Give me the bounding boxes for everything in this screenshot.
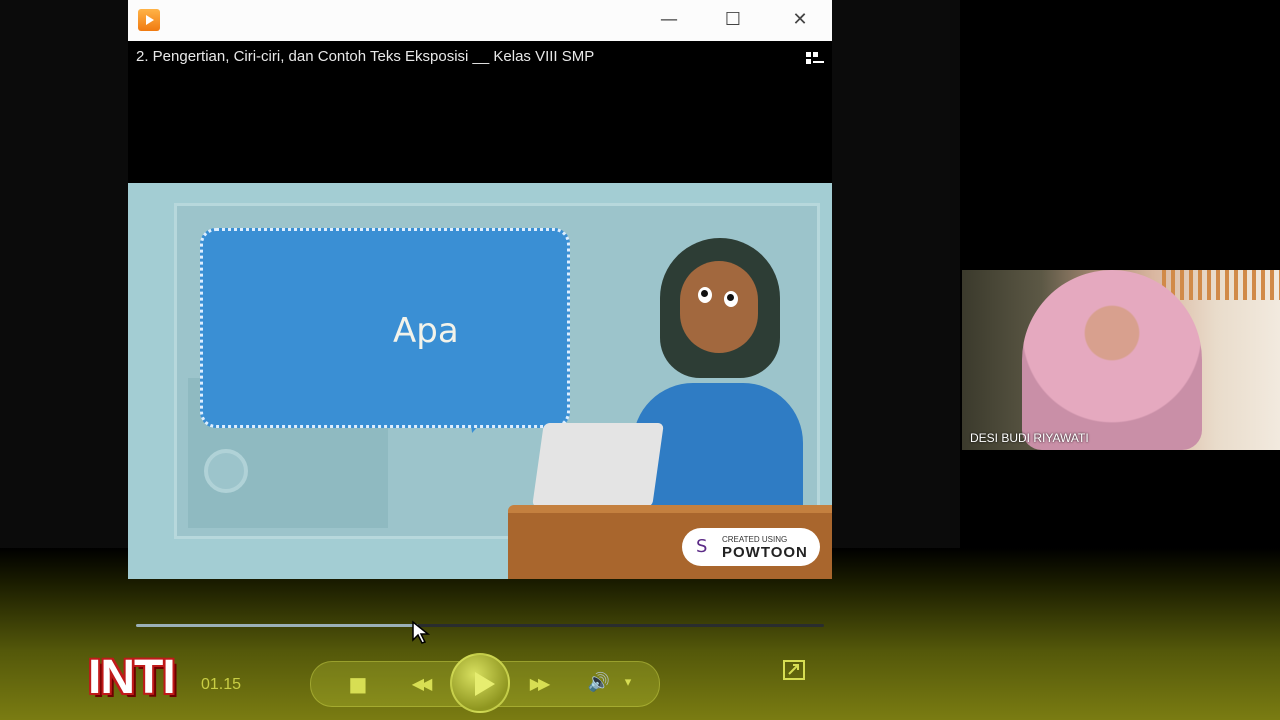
character-eye (724, 291, 738, 307)
character-eye (698, 287, 712, 303)
mouse-cursor-icon (412, 620, 431, 644)
play-button[interactable] (450, 653, 510, 713)
participant-name: DESI BUDI RIYAWATI (970, 431, 1089, 445)
maximize-button[interactable]: ☐ (721, 8, 745, 32)
elapsed-time: 01.15 (201, 676, 242, 693)
participant-video (1022, 270, 1202, 450)
speech-bubble: Apa (200, 228, 570, 428)
powtoon-badge: S CREATED USING POWTOON (682, 528, 820, 566)
video-title: 2. Pengertian, Ciri-ciri, dan Contoh Tek… (136, 48, 595, 65)
volume-button[interactable]: 🔊 (586, 672, 612, 693)
slide-decor-circle (204, 449, 248, 493)
minimize-button[interactable]: — (657, 8, 681, 32)
close-button[interactable]: ✕ (788, 8, 812, 32)
video-frame[interactable]: Apa S CREATED USING POWTOON (128, 183, 832, 579)
webcam-background-lights (1162, 270, 1280, 300)
rewind-button[interactable]: ◀◀ (402, 674, 438, 693)
playlist-toggle-icon[interactable] (806, 52, 824, 66)
participant-webcam[interactable]: DESI BUDI RIYAWATI (962, 270, 1280, 450)
popout-icon[interactable] (783, 660, 805, 680)
powtoon-logo-icon: S (696, 536, 708, 557)
volume-menu-chevron-icon[interactable]: ▾ (621, 675, 635, 690)
laptop (532, 423, 664, 507)
speech-bubble-text: Apa (393, 311, 459, 351)
segment-overlay-label: INTI (88, 651, 176, 704)
powtoon-badge-brand: POWTOON (722, 544, 808, 561)
seek-bar[interactable] (136, 624, 824, 627)
right-background (832, 0, 960, 560)
powtoon-badge-caption: CREATED USING (722, 535, 788, 544)
character-face (680, 261, 758, 353)
seek-bar-fill (136, 624, 419, 627)
left-background (0, 0, 128, 560)
media-player-app-icon (138, 9, 160, 31)
stop-button[interactable]: ■ (346, 672, 370, 696)
fast-forward-button[interactable]: ▶▶ (520, 674, 556, 693)
